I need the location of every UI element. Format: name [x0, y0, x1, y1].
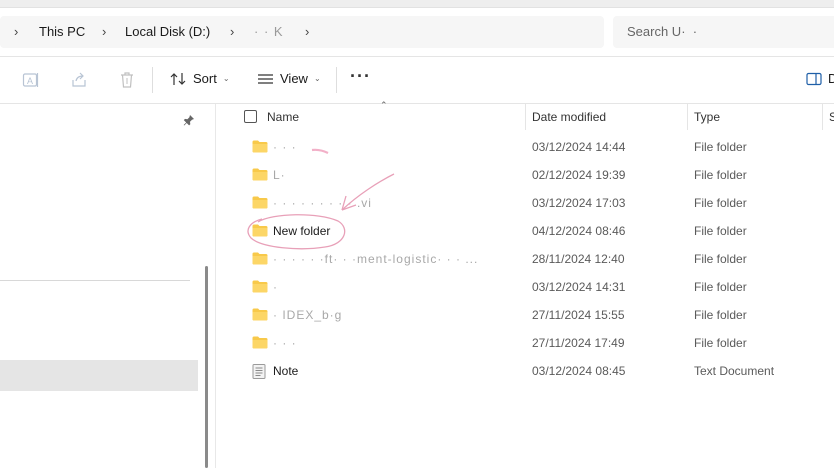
column-header-date-modified[interactable]: Date modified [532, 110, 606, 124]
sort-icon [170, 72, 186, 85]
file-name[interactable]: · IDEX_b·g [273, 308, 342, 322]
column-separator[interactable] [822, 104, 823, 130]
delete-icon[interactable] [118, 71, 136, 89]
file-type: File folder [694, 196, 747, 210]
folder-icon [252, 336, 268, 352]
file-type: File folder [694, 252, 747, 266]
file-date-modified: 03/12/2024 17:03 [532, 196, 626, 210]
file-date-modified: 03/12/2024 14:44 [532, 140, 626, 154]
view-icon [258, 73, 273, 84]
file-type: File folder [694, 308, 747, 322]
toolbar-divider [336, 67, 337, 93]
file-row[interactable]: · · · 27/11/2024 17:49 File folder [216, 329, 834, 357]
file-row[interactable]: · · · · · · · · · .vi 03/12/2024 17:03 Fil… [216, 189, 834, 217]
file-row[interactable]: · · · 03/12/2024 14:44 File folder [216, 133, 834, 161]
folder-icon [252, 140, 268, 156]
column-header-size[interactable]: S [829, 110, 834, 124]
column-header-type[interactable]: Type [694, 110, 720, 124]
navigation-pane [0, 104, 216, 468]
file-row[interactable]: New folder 04/12/2024 08:46 File folder [216, 217, 834, 245]
folder-icon [252, 196, 268, 212]
file-row[interactable]: Note 03/12/2024 08:45 Text Document [216, 357, 834, 385]
details-label: D [828, 71, 834, 86]
column-separator[interactable] [525, 104, 526, 130]
file-date-modified: 28/11/2024 12:40 [532, 252, 625, 266]
breadcrumb-current-folder[interactable]: · · K [254, 24, 284, 39]
pin-icon[interactable] [183, 114, 195, 126]
file-row[interactable]: · 03/12/2024 14:31 File folder [216, 273, 834, 301]
address-bar[interactable]: › This PC › Local Disk (D:) › · · K › [0, 16, 604, 48]
folder-icon [252, 168, 268, 184]
file-type: Text Document [694, 364, 775, 378]
breadcrumb-chevron-icon[interactable]: › [230, 24, 234, 39]
column-separator[interactable] [687, 104, 688, 130]
file-date-modified: 03/12/2024 08:45 [532, 364, 626, 378]
breadcrumb-chevron-icon[interactable]: › [305, 24, 309, 39]
file-type: File folder [694, 140, 747, 154]
details-pane-button[interactable]: D [806, 71, 834, 86]
nav-divider [0, 280, 190, 281]
sort-ascending-icon: ⌃ [380, 100, 388, 110]
file-type: File folder [694, 336, 747, 350]
folder-icon [252, 252, 268, 268]
file-name[interactable]: New folder [273, 224, 330, 238]
nav-item-selected[interactable] [0, 360, 198, 391]
sort-label: Sort [193, 71, 217, 86]
share-icon[interactable] [70, 71, 88, 89]
file-name[interactable]: · [273, 280, 278, 294]
rename-icon[interactable]: A [22, 71, 40, 89]
file-row[interactable]: L· 02/12/2024 19:39 File folder [216, 161, 834, 189]
file-type: File folder [694, 280, 747, 294]
file-date-modified: 03/12/2024 14:31 [532, 280, 626, 294]
file-date-modified: 04/12/2024 08:46 [532, 224, 626, 238]
file-row[interactable]: · · · · · ·ft· · ·ment-logistic· · · ...… [216, 245, 834, 273]
breadcrumb-chevron-icon[interactable]: › [14, 24, 18, 39]
search-box[interactable] [613, 16, 834, 48]
file-name[interactable]: Note [273, 364, 298, 378]
nav-scrollbar[interactable] [205, 266, 208, 468]
details-pane-icon [806, 72, 822, 85]
breadcrumb-chevron-icon[interactable]: › [102, 24, 106, 39]
breadcrumb-local-disk[interactable]: Local Disk (D:) [125, 24, 210, 39]
folder-icon [252, 280, 268, 296]
command-bar: A Sort ⌄ View ⌄ ··· D [0, 57, 834, 103]
file-row[interactable]: · IDEX_b·g 27/11/2024 15:55 File folder [216, 301, 834, 329]
folder-icon [252, 308, 268, 324]
folder-icon [252, 224, 268, 240]
file-name[interactable]: · · · [273, 140, 297, 154]
file-name[interactable]: L· [273, 168, 286, 182]
select-all-checkbox[interactable] [244, 110, 257, 123]
file-name[interactable]: · · · [273, 336, 297, 350]
view-label: View [280, 71, 308, 86]
chevron-down-icon: ⌄ [313, 74, 321, 83]
file-date-modified: 27/11/2024 17:49 [532, 336, 625, 350]
file-date-modified: 02/12/2024 19:39 [532, 168, 626, 182]
text-document-icon [252, 364, 266, 382]
file-type: File folder [694, 168, 747, 182]
svg-text:A: A [27, 76, 33, 86]
column-header-name[interactable]: Name [267, 110, 299, 124]
chevron-down-icon: ⌄ [222, 74, 230, 83]
file-name[interactable]: · · · · · · · · · .vi [273, 196, 372, 210]
more-options-button[interactable]: ··· [350, 66, 371, 87]
window-top-strip [0, 0, 834, 8]
search-input[interactable] [627, 24, 827, 39]
file-type: File folder [694, 224, 747, 238]
view-button[interactable]: View ⌄ [257, 71, 321, 86]
file-date-modified: 27/11/2024 15:55 [532, 308, 625, 322]
file-list-header: ⌃ Name Date modified Type S [216, 100, 834, 130]
breadcrumb-this-pc[interactable]: This PC [39, 24, 85, 39]
file-name[interactable]: · · · · · ·ft· · ·ment-logistic· · · ... [273, 252, 478, 266]
sort-button[interactable]: Sort ⌄ [170, 71, 230, 86]
toolbar-divider [152, 67, 153, 93]
